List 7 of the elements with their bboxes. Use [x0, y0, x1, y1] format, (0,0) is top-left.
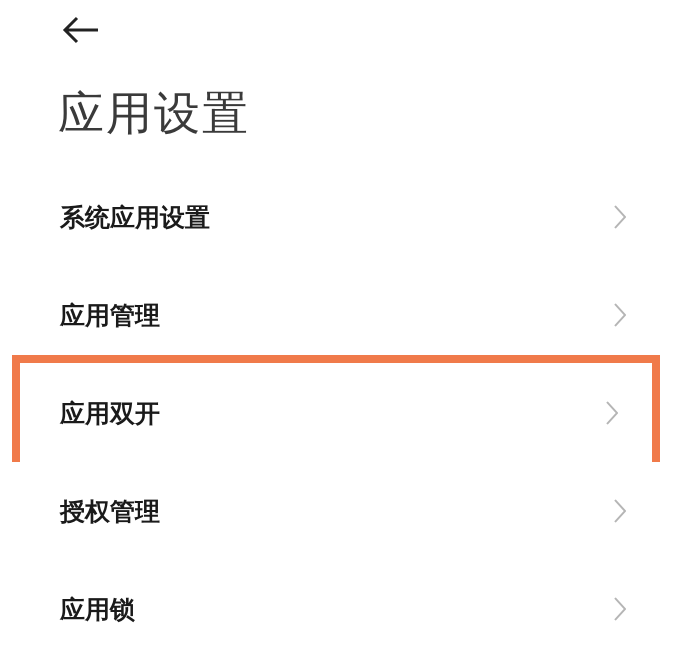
chevron-icon — [606, 401, 618, 425]
back-button[interactable] — [62, 16, 100, 44]
page-title: 应用设置 — [57, 85, 251, 142]
chevron-icon — [614, 205, 626, 229]
chevron-icon — [614, 499, 626, 523]
chevron-icon — [614, 597, 626, 621]
chevron-icon — [614, 303, 626, 327]
